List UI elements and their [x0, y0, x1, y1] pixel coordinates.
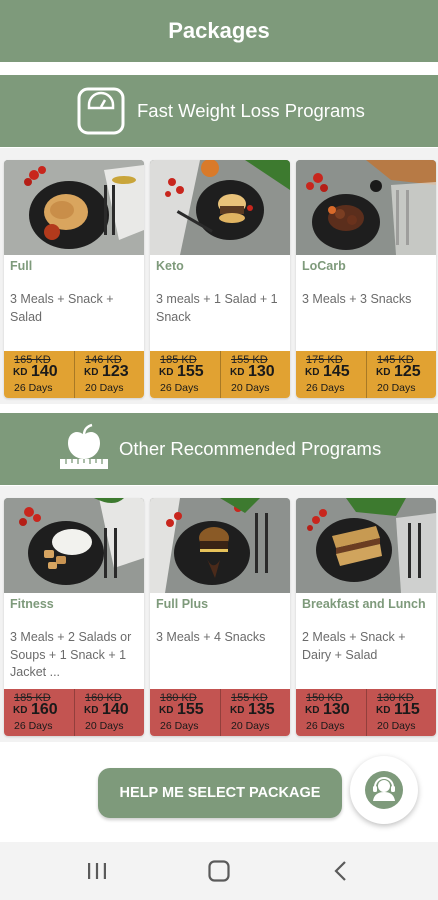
page-title: Packages [168, 18, 270, 43]
package-name: Fitness [10, 597, 54, 611]
currency: KD [159, 705, 174, 716]
package-description: 3 Meals + 3 Snacks [302, 292, 412, 306]
package-card-breakfast-lunch[interactable]: Breakfast and Lunch 2 Meals + Snack + Da… [296, 498, 436, 736]
duration: 26 Days [306, 382, 345, 394]
duration: 26 Days [306, 720, 345, 732]
help-select-package-button[interactable]: HELP ME SELECT PACKAGE [98, 768, 342, 818]
meal-photo [4, 160, 144, 255]
price-bar: 180 KD KD 155 26 Days 155 KD KD 135 20 D… [150, 689, 290, 736]
duration: 20 Days [377, 720, 416, 732]
new-price: 115 [394, 701, 420, 718]
currency: KD [305, 367, 320, 378]
price-option-20-days[interactable]: 155 KD KD 135 20 Days [220, 689, 290, 736]
duration: 20 Days [85, 382, 124, 394]
package-card-full-plus[interactable]: Full Plus 3 Meals + 4 Snacks 180 KD KD 1… [150, 498, 290, 736]
package-description: 3 meals + 1 Salad + 1 Snack [156, 292, 278, 324]
new-price: 130 [323, 701, 350, 718]
system-nav-bar [0, 842, 438, 900]
currency: KD [159, 367, 174, 378]
new-price: 155 [177, 701, 204, 718]
price-option-26-days[interactable]: 180 KD KD 155 26 Days [150, 689, 220, 736]
duration: 20 Days [231, 720, 270, 732]
new-price: 135 [248, 701, 275, 718]
price-bar: 165 KD KD 140 26 Days 146 KD KD 123 20 D… [4, 351, 144, 398]
price-option-20-days[interactable]: 145 KD KD 125 20 Days [366, 351, 436, 398]
package-description: 2 Meals + Snack + Dairy + Salad [302, 630, 406, 662]
currency: KD [13, 705, 28, 716]
package-name: Keto [156, 259, 184, 273]
section-banner-fast: Fast Weight Loss Programs [0, 75, 438, 147]
new-price: 145 [323, 363, 350, 380]
app-header: Packages [0, 0, 438, 62]
meal-photo [296, 160, 436, 255]
currency: KD [84, 367, 99, 378]
price-option-26-days[interactable]: 175 KD KD 145 26 Days [296, 351, 366, 398]
home-icon[interactable] [204, 856, 234, 886]
duration: 26 Days [14, 382, 53, 394]
new-price: 155 [177, 363, 204, 380]
new-price: 140 [102, 701, 129, 718]
meal-photo [4, 498, 144, 593]
new-price: 125 [394, 363, 421, 380]
package-description: 3 Meals + 2 Salads or Soups + 1 Snack + … [10, 630, 132, 679]
currency: KD [305, 705, 320, 716]
apple-tape-icon [58, 423, 110, 477]
price-option-20-days[interactable]: 160 KD KD 140 20 Days [74, 689, 144, 736]
support-button[interactable] [350, 756, 418, 824]
currency: KD [84, 705, 99, 716]
price-option-20-days[interactable]: 146 KD KD 123 20 Days [74, 351, 144, 398]
support-agent-icon [364, 770, 404, 810]
package-card-fitness[interactable]: Fitness 3 Meals + 2 Salads or Soups + 1 … [4, 498, 144, 736]
duration: 26 Days [160, 720, 199, 732]
section-title-fast: Fast Weight Loss Programs [137, 100, 365, 121]
new-price: 160 [31, 701, 58, 718]
duration: 26 Days [160, 382, 199, 394]
package-description: 3 Meals + 4 Snacks [156, 630, 266, 644]
duration: 20 Days [377, 382, 416, 394]
package-name: LoCarb [302, 259, 346, 273]
meal-photo [150, 160, 290, 255]
price-option-20-days[interactable]: 155 KD KD 130 20 Days [220, 351, 290, 398]
currency: KD [230, 705, 245, 716]
package-name: Full Plus [156, 597, 209, 611]
price-option-26-days[interactable]: 185 KD KD 155 26 Days [150, 351, 220, 398]
currency: KD [376, 367, 391, 378]
price-bar: 185 KD KD 160 26 Days 160 KD KD 140 20 D… [4, 689, 144, 736]
price-option-20-days[interactable]: 130 KD KD 115 20 Days [366, 689, 436, 736]
price-option-26-days[interactable]: 150 KD KD 130 26 Days [296, 689, 366, 736]
package-card-locarb[interactable]: LoCarb 3 Meals + 3 Snacks 175 KD KD 145 … [296, 160, 436, 398]
price-bar: 150 KD KD 130 26 Days 130 KD KD 115 20 D… [296, 689, 436, 736]
price-bar: 185 KD KD 155 26 Days 155 KD KD 130 20 D… [150, 351, 290, 398]
package-description: 3 Meals + Snack + Salad [10, 292, 114, 324]
new-price: 140 [31, 363, 58, 380]
meal-photo [296, 498, 436, 593]
price-option-26-days[interactable]: 185 KD KD 160 26 Days [4, 689, 74, 736]
recent-apps-icon[interactable] [82, 856, 112, 886]
currency: KD [13, 367, 28, 378]
package-name: Full [10, 259, 33, 273]
package-card-keto[interactable]: Keto 3 meals + 1 Salad + 1 Snack 185 KD … [150, 160, 290, 398]
currency: KD [376, 705, 391, 716]
scale-icon [76, 86, 126, 136]
new-price: 123 [102, 363, 129, 380]
meal-photo [150, 498, 290, 593]
section-title-other: Other Recommended Programs [119, 438, 382, 459]
section-banner-other: Other Recommended Programs [0, 413, 438, 485]
duration: 26 Days [14, 720, 53, 732]
back-icon[interactable] [326, 856, 356, 886]
package-name: Breakfast and Lunch [302, 597, 426, 611]
duration: 20 Days [231, 382, 270, 394]
price-option-26-days[interactable]: 165 KD KD 140 26 Days [4, 351, 74, 398]
new-price: 130 [248, 363, 275, 380]
price-bar: 175 KD KD 145 26 Days 145 KD KD 125 20 D… [296, 351, 436, 398]
package-card-full[interactable]: Full 3 Meals + Snack + Salad 165 KD KD 1… [4, 160, 144, 398]
duration: 20 Days [85, 720, 124, 732]
currency: KD [230, 367, 245, 378]
